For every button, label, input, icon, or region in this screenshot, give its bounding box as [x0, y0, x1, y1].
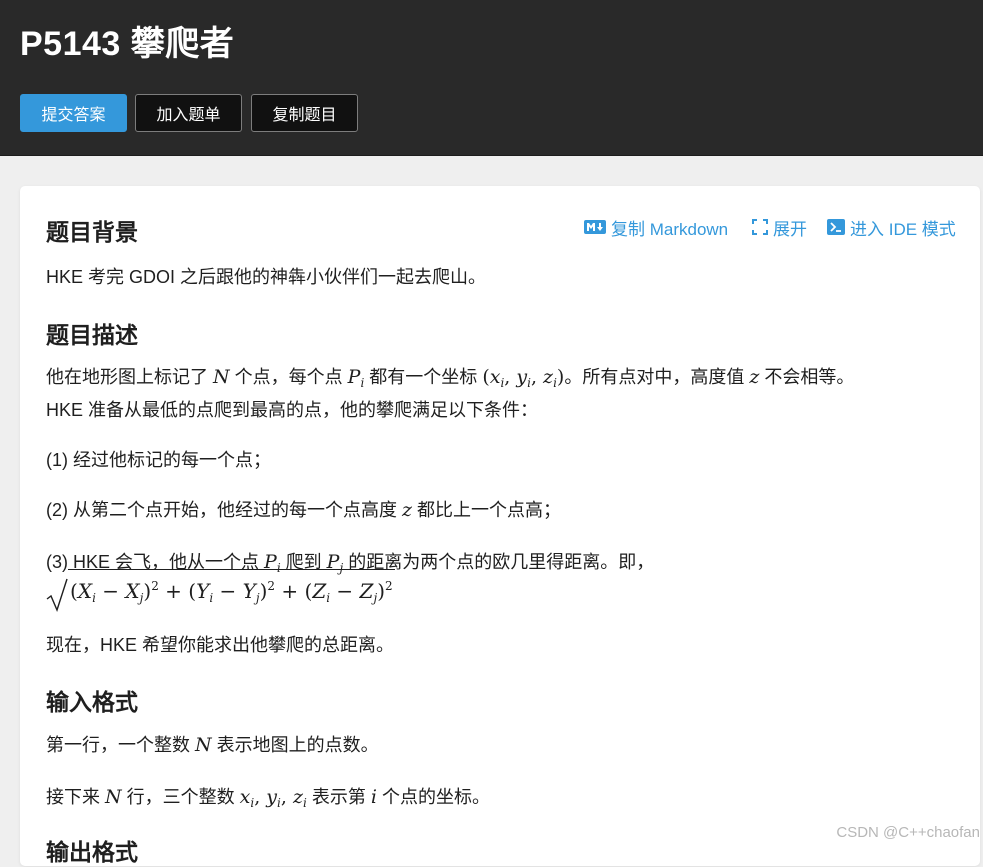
description-heading: 题目描述: [46, 322, 138, 348]
background-text: HKE 考完 GDOI 之后跟他的神犇小伙伴们一起去爬山。: [46, 267, 487, 287]
description-line-2: HKE 准备从最低的点爬到最高的点，他的攀爬满足以下条件：: [46, 400, 539, 420]
input-line-2: 接下来 N 行，三个整数 xi, yi, zi 表示第 i 个点的坐标。: [46, 784, 490, 816]
math-pi: Pi: [347, 366, 365, 390]
output-format-heading: 输出格式: [46, 839, 138, 865]
math-n: N: [195, 734, 212, 756]
expand-icon: [752, 219, 768, 235]
radical-sign: [46, 578, 68, 612]
submit-answer-button[interactable]: 提交答案: [20, 94, 127, 132]
copy-problem-button[interactable]: 复制题目: [251, 94, 358, 132]
math-n: N: [105, 786, 122, 808]
condition-2: (2) 从第二个点开始，他经过的每一个点高度 z 都比上一个点高；: [46, 497, 561, 523]
input-line-1: 第一行，一个整数 N 表示地图上的点数。: [46, 732, 379, 758]
text-fragment: (2) 从第二个点开始，他经过的每一个点高度: [46, 500, 402, 520]
text-fragment: 都比上一个点高；: [412, 500, 562, 520]
terminal-icon: [827, 219, 845, 235]
text-fragment: 接下来: [46, 787, 106, 807]
text-fragment: 行，三个整数: [121, 787, 240, 807]
description-line-1: 他在地形图上标记了 N 个点，每个点 Pi 都有一个坐标 (xi, yi, zi…: [46, 364, 854, 396]
math-z: z: [749, 366, 760, 388]
text-fragment: 个点的坐标。: [376, 787, 490, 807]
input-format-heading: 输入格式: [46, 689, 138, 715]
math-z: z: [402, 499, 413, 521]
text-fragment: 不会相等。: [759, 367, 855, 387]
markdown-icon: [584, 220, 606, 234]
text-fragment: 个点，每个点: [229, 367, 348, 387]
text-fragment: 表示地图上的点数。: [211, 735, 379, 755]
background-heading: 题目背景: [46, 219, 138, 245]
problem-header: P5143 攀爬者 提交答案 加入题单 复制题目: [0, 0, 983, 156]
formula-body: (Xi − Xj)2 + (Yi − Yj)2 + (Zi − Zj)2: [68, 569, 395, 612]
copy-markdown-label: 复制 Markdown: [611, 219, 729, 239]
condition-1: (1) 经过他标记的每一个点；: [46, 450, 271, 470]
expand-label: 展开: [773, 219, 807, 239]
text-fragment: 第一行，一个整数: [46, 735, 196, 755]
math-coordinate: (xi, yi, zi): [482, 366, 565, 390]
enter-ide-link[interactable]: 进入 IDE 模式: [827, 216, 956, 239]
distance-formula: (Xi − Xj)2 + (Yi − Yj)2 + (Zi − Zj)2: [46, 569, 395, 612]
text-fragment: 。所有点对中，高度值: [564, 367, 750, 387]
math-n: N: [213, 366, 230, 388]
page-title: P5143 攀爬者: [20, 25, 235, 63]
add-to-list-button[interactable]: 加入题单: [135, 94, 242, 132]
text-fragment: 他在地形图上标记了: [46, 367, 214, 387]
watermark: CSDN @C++chaofan: [836, 824, 980, 841]
enter-ide-label: 进入 IDE 模式: [850, 219, 956, 239]
description-ending: 现在，HKE 希望你能求出他攀爬的总距离。: [46, 635, 395, 655]
text-fragment: 表示第: [306, 787, 371, 807]
math-xyz: xi, yi, zi: [239, 786, 307, 810]
text-fragment: 都有一个坐标: [364, 367, 483, 387]
copy-markdown-link[interactable]: 复制 Markdown: [584, 216, 729, 239]
expand-link[interactable]: 展开: [752, 216, 807, 239]
